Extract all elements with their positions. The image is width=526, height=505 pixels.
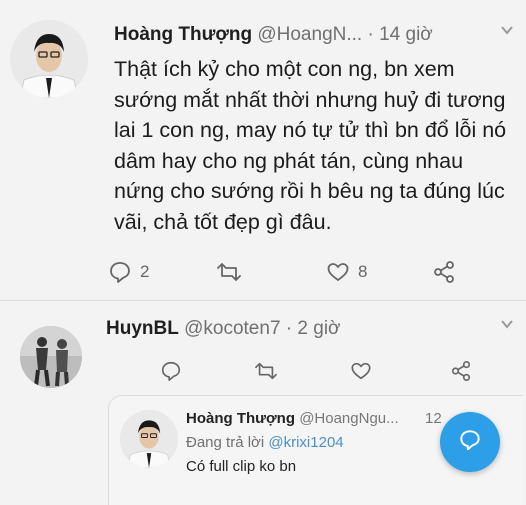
- author-handle[interactable]: @kocoten7: [184, 318, 280, 339]
- compose-icon: [457, 427, 483, 458]
- quoted-author-handle[interactable]: @HoangNgu...: [299, 410, 398, 427]
- avatar[interactable]: [10, 20, 88, 98]
- reply-button[interactable]: 2: [108, 260, 149, 284]
- reply-count: 2: [140, 262, 150, 281]
- tweet-header: HuynBL @kocoten7 · 2 giờ: [106, 318, 341, 340]
- quoted-text: Có full clip ko bn: [186, 458, 297, 475]
- tweet-header: Hoàng Thượng @HoangN... · 14 giờ: [114, 24, 433, 46]
- like-count: 8: [358, 262, 368, 281]
- author-handle[interactable]: @HoangN...: [257, 24, 362, 45]
- like-button[interactable]: [350, 360, 372, 382]
- separator: ·: [367, 24, 374, 45]
- mention-link[interactable]: @krixi1204: [268, 434, 343, 451]
- heart-icon: [350, 360, 372, 382]
- retweet-icon: [216, 260, 242, 284]
- reply-icon: [108, 260, 132, 284]
- chevron-down-icon[interactable]: [499, 316, 515, 337]
- tweet-time[interactable]: 14 giờ: [379, 24, 433, 45]
- heart-icon: [326, 260, 350, 284]
- retweet-button[interactable]: [254, 360, 278, 382]
- retweet-button[interactable]: [216, 260, 242, 284]
- replying-prefix: Đang trả lời: [186, 434, 265, 451]
- separator: ·: [285, 318, 293, 339]
- share-icon: [432, 260, 456, 284]
- tweet-actions: 2 8: [0, 258, 526, 288]
- like-button[interactable]: 8: [326, 260, 367, 284]
- retweet-icon: [254, 360, 278, 382]
- quoted-author-name[interactable]: Hoàng Thượng: [186, 410, 295, 427]
- share-icon: [450, 360, 472, 382]
- reply-icon: [160, 360, 182, 382]
- avatar[interactable]: [120, 410, 178, 468]
- chevron-down-icon[interactable]: [499, 22, 515, 43]
- author-name[interactable]: HuynBL: [106, 318, 179, 339]
- quoted-header: Hoàng Thượng @HoangNgu...: [186, 410, 399, 427]
- author-name[interactable]: Hoàng Thượng: [114, 24, 252, 45]
- compose-button[interactable]: [440, 412, 500, 472]
- replying-to: Đang trả lời @krixi1204: [186, 434, 344, 451]
- tweet-text: Thật ích kỷ cho một con ng, bn xem sướng…: [114, 57, 507, 234]
- reply-button[interactable]: [160, 360, 182, 382]
- tweet-actions: [0, 358, 526, 388]
- share-button[interactable]: [450, 360, 472, 382]
- share-button[interactable]: [432, 260, 456, 284]
- tweet-time[interactable]: 2 giờ: [297, 318, 340, 339]
- quoted-date: 12: [425, 410, 442, 427]
